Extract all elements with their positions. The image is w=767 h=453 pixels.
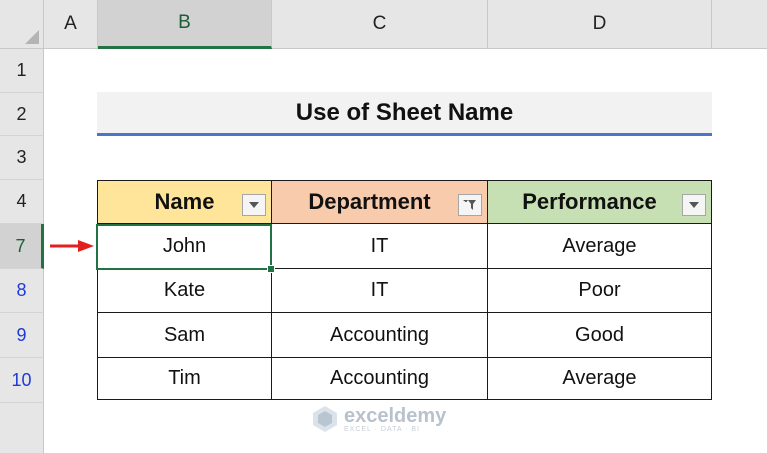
row-header-9[interactable]: 9 [0, 313, 44, 358]
watermark: exceldemy EXCEL · DATA · BI [312, 405, 446, 433]
column-header-a[interactable]: A [44, 0, 98, 49]
table-header-department-label: Department [308, 189, 431, 214]
row-header-7[interactable]: 7 [0, 224, 44, 269]
table-cell[interactable]: Kate [97, 269, 272, 313]
filter-active-icon[interactable] [458, 194, 482, 216]
exceldemy-logo-icon [313, 406, 337, 432]
row-header-3[interactable]: 3 [0, 136, 44, 180]
table-header-performance-label: Performance [522, 189, 657, 214]
row-header-empty [0, 403, 44, 453]
row-header-2[interactable]: 2 [0, 93, 44, 136]
row-header-10[interactable]: 10 [0, 358, 44, 403]
active-cell-outline[interactable] [96, 224, 275, 273]
table-cell[interactable]: IT [272, 269, 488, 313]
table-cell[interactable]: Average [488, 224, 712, 269]
column-header-b[interactable]: B [98, 0, 272, 49]
sheet-title[interactable]: Use of Sheet Name [97, 92, 712, 136]
table-header-name-label: Name [154, 189, 215, 214]
filter-dropdown-icon[interactable] [682, 194, 706, 216]
column-header-e[interactable] [712, 0, 767, 49]
table-cell[interactable]: Accounting [272, 358, 488, 400]
table-header-department[interactable]: Department [272, 180, 488, 224]
table-cell[interactable]: Good [488, 313, 712, 358]
watermark-name: exceldemy [344, 404, 447, 427]
select-all-button[interactable] [0, 0, 44, 49]
table-header-name[interactable]: Name [97, 180, 272, 224]
select-all-triangle-icon [25, 30, 39, 44]
table-header-performance[interactable]: Performance [488, 180, 712, 224]
table-cell[interactable]: Sam [97, 313, 272, 358]
row-header-8[interactable]: 8 [0, 269, 44, 313]
fill-handle[interactable] [267, 265, 275, 273]
filter-dropdown-icon[interactable] [242, 194, 266, 216]
row-header-1[interactable]: 1 [0, 49, 44, 93]
table-cell[interactable]: Poor [488, 269, 712, 313]
table-cell[interactable]: Average [488, 358, 712, 400]
watermark-tagline: EXCEL · DATA · BI [344, 425, 420, 433]
table-cell[interactable]: IT [272, 224, 488, 269]
table-cell[interactable]: Tim [97, 358, 272, 400]
column-header-d[interactable]: D [488, 0, 712, 49]
red-arrow-icon [50, 240, 94, 252]
column-header-c[interactable]: C [272, 0, 488, 49]
row-header-4[interactable]: 4 [0, 180, 44, 224]
table-cell[interactable]: Accounting [272, 313, 488, 358]
